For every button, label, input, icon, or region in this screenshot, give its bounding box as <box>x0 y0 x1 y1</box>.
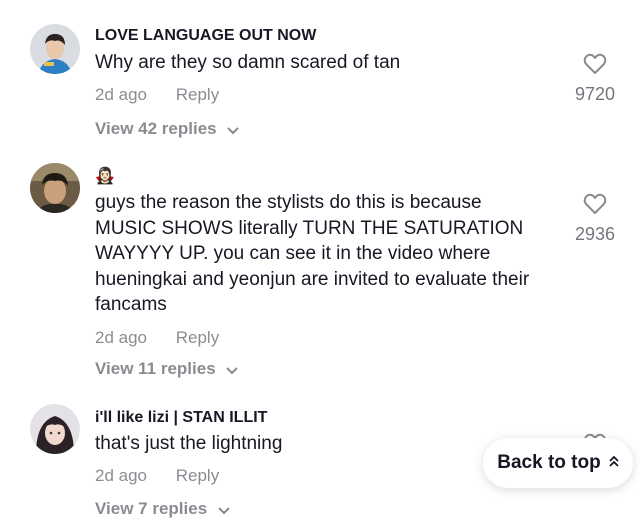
comment-username[interactable]: LOVE LANGUAGE OUT NOW <box>95 27 316 45</box>
comment-meta: 2d ago Reply <box>95 328 219 348</box>
comment-meta: 2d ago Reply <box>95 466 219 486</box>
like-widget: 9720 <box>565 53 625 105</box>
back-to-top-label: Back to top <box>497 452 601 473</box>
comment-timestamp: 2d ago <box>95 85 147 104</box>
view-replies-button[interactable]: View 7 replies <box>95 499 230 520</box>
double-chevron-up-icon <box>609 452 619 474</box>
comment-timestamp: 2d ago <box>95 466 147 485</box>
comment-text: that's just the lightning <box>95 433 283 454</box>
view-replies-label: View 42 replies <box>95 119 217 138</box>
avatar[interactable] <box>30 24 80 74</box>
view-replies-label: View 11 replies <box>95 359 216 378</box>
comment-username[interactable]: 🧛🏻‍♀️ <box>95 166 115 186</box>
comment-meta: 2d ago Reply <box>95 85 219 105</box>
heart-outline-icon[interactable] <box>565 193 625 220</box>
reply-button[interactable]: Reply <box>176 328 219 347</box>
view-replies-button[interactable]: View 42 replies <box>95 119 240 140</box>
back-to-top-button[interactable]: Back to top <box>483 438 633 488</box>
reply-button[interactable]: Reply <box>176 466 219 485</box>
comment-timestamp: 2d ago <box>95 328 147 347</box>
avatar[interactable] <box>30 163 80 213</box>
chevron-down-icon <box>226 360 239 380</box>
chevron-down-icon <box>227 120 240 140</box>
like-count: 9720 <box>574 84 616 104</box>
like-count: 2936 <box>574 224 616 244</box>
like-widget: 2936 <box>565 193 625 245</box>
comment-username[interactable]: i'll like lizi | STAN ILLIT <box>95 409 267 427</box>
chevron-down-icon <box>218 500 230 520</box>
comment-text: guys the reason the stylists do this is … <box>95 192 530 315</box>
heart-outline-icon[interactable] <box>565 53 625 80</box>
view-replies-label: View 7 replies <box>95 499 208 518</box>
comments-panel: LOVE LANGUAGE OUT NOW Why are they so da… <box>0 0 640 526</box>
reply-button[interactable]: Reply <box>176 85 219 104</box>
avatar[interactable] <box>30 404 80 454</box>
comment-text: Why are they so damn scared of tan <box>95 52 401 73</box>
view-replies-button[interactable]: View 11 replies <box>95 359 239 380</box>
